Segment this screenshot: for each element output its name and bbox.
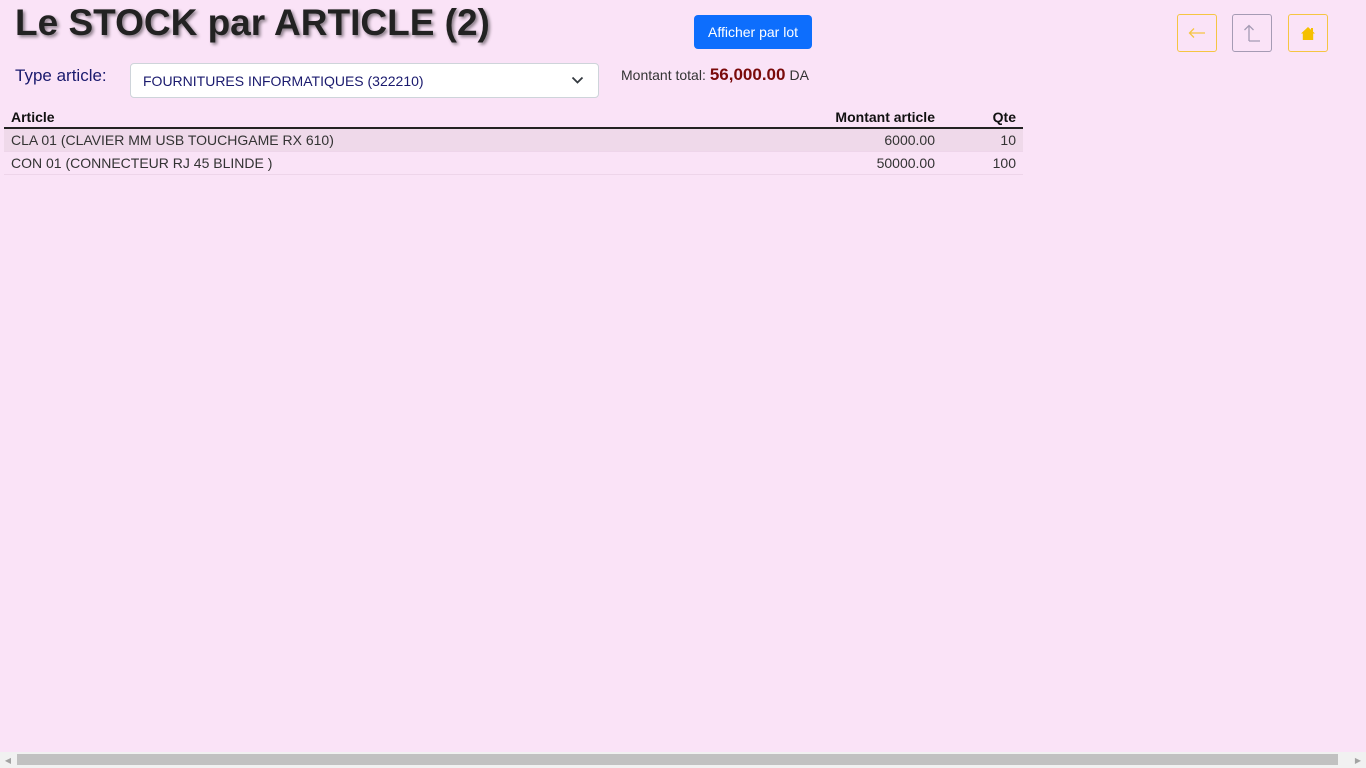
column-header-montant[interactable]: Montant article xyxy=(718,107,942,129)
montant-total: Montant total: 56,000.00 DA xyxy=(621,65,809,85)
montant-total-value: 56,000.00 xyxy=(709,65,786,84)
home-button[interactable] xyxy=(1288,14,1328,52)
cell-montant: 50000.00 xyxy=(718,151,942,175)
table-row[interactable]: CLA 01 (CLAVIER MM USB TOUCHGAME RX 610)… xyxy=(4,128,1023,152)
back-button[interactable] xyxy=(1177,14,1217,52)
home-icon xyxy=(1301,26,1315,40)
scroll-left-icon[interactable]: ◀ xyxy=(0,752,16,768)
type-article-label: Type article: xyxy=(15,66,107,85)
cell-qte: 10 xyxy=(942,128,1023,152)
column-header-qte[interactable]: Qte xyxy=(942,107,1023,129)
cell-article: CLA 01 (CLAVIER MM USB TOUCHGAME RX 610) xyxy=(4,128,718,152)
montant-total-unit: DA xyxy=(789,67,809,83)
arrow-up-icon xyxy=(1244,24,1260,42)
afficher-par-lot-button[interactable]: Afficher par lot xyxy=(694,15,812,49)
arrow-left-icon xyxy=(1188,28,1205,38)
up-button[interactable] xyxy=(1232,14,1272,52)
page-title: Le STOCK par ARTICLE (2) xyxy=(15,2,490,43)
scroll-right-icon[interactable]: ▶ xyxy=(1350,752,1366,768)
cell-article: CON 01 (CONNECTEUR RJ 45 BLINDE ) xyxy=(4,151,718,175)
type-article-selected-value: FOURNITURES INFORMATIQUES (322210) xyxy=(143,72,424,89)
type-article-select[interactable]: FOURNITURES INFORMATIQUES (322210) xyxy=(130,63,599,98)
table-header-row: Article Montant article Qte xyxy=(4,107,1023,129)
cell-qte: 100 xyxy=(942,151,1023,175)
column-header-article[interactable]: Article xyxy=(4,107,718,129)
table-row[interactable]: CON 01 (CONNECTEUR RJ 45 BLINDE ) 50000.… xyxy=(4,151,1023,175)
montant-total-label: Montant total: xyxy=(621,67,706,83)
horizontal-scrollbar[interactable]: ◀ ▶ xyxy=(0,752,1366,768)
chevron-down-icon xyxy=(571,76,584,84)
scrollbar-thumb[interactable] xyxy=(17,754,1338,765)
cell-montant: 6000.00 xyxy=(718,128,942,152)
stock-table: Article Montant article Qte CLA 01 (CLAV… xyxy=(4,107,1023,175)
page: Le STOCK par ARTICLE (2) Afficher par lo… xyxy=(0,0,1366,768)
